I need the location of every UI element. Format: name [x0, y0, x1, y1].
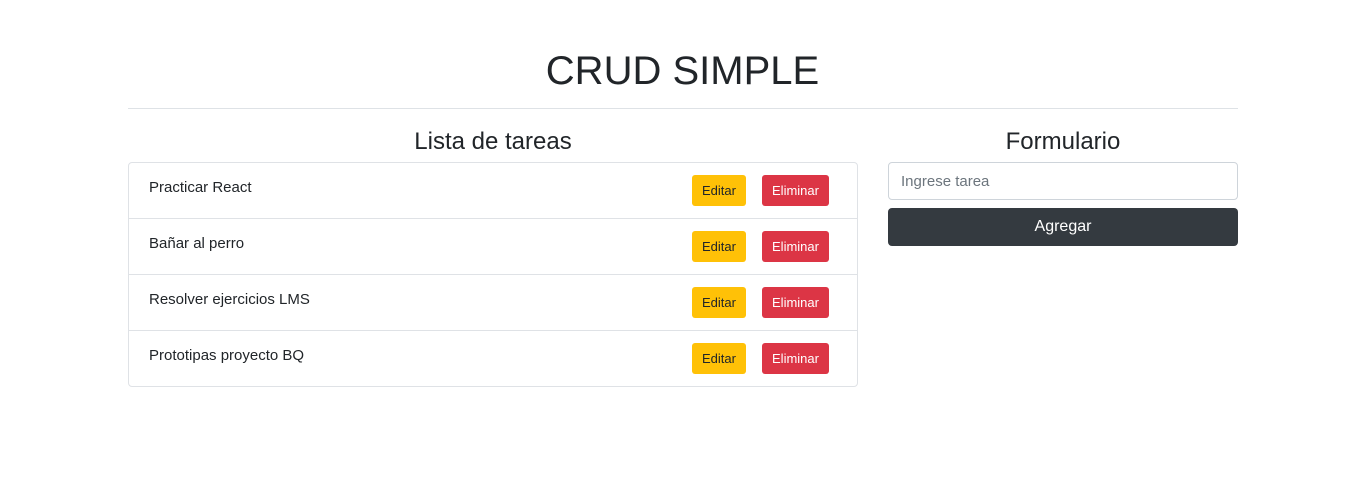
delete-button[interactable]: Eliminar: [762, 175, 829, 206]
list-item: Resolver ejercicios LMS Editar Eliminar: [129, 275, 857, 331]
page-title: CRUD SIMPLE: [545, 49, 820, 93]
task-input[interactable]: [888, 162, 1238, 200]
list-item: Practicar React Editar Eliminar: [129, 163, 857, 219]
task-list-title: Lista de tareas: [414, 128, 572, 155]
task-text: Practicar React: [149, 179, 252, 196]
task-list: Practicar React Editar Eliminar Bañar al…: [128, 162, 858, 387]
task-text: Prototipas proyecto BQ: [149, 347, 305, 364]
edit-button[interactable]: Editar: [692, 343, 746, 374]
add-button[interactable]: Agregar: [888, 208, 1238, 246]
task-text: Resolver ejercicios LMS: [149, 291, 310, 308]
task-text: Bañar al perro: [149, 235, 245, 252]
edit-button[interactable]: Editar: [692, 175, 746, 206]
edit-button[interactable]: Editar: [692, 287, 746, 318]
delete-button[interactable]: Eliminar: [762, 343, 829, 374]
list-item: Bañar al perro Editar Eliminar: [129, 219, 857, 275]
form-title: Formulario: [1005, 128, 1121, 155]
delete-button[interactable]: Eliminar: [762, 287, 829, 318]
list-item: Prototipas proyecto BQ Editar Eliminar: [129, 331, 857, 386]
header-divider: [128, 108, 1238, 109]
delete-button[interactable]: Eliminar: [762, 231, 829, 262]
edit-button[interactable]: Editar: [692, 231, 746, 262]
